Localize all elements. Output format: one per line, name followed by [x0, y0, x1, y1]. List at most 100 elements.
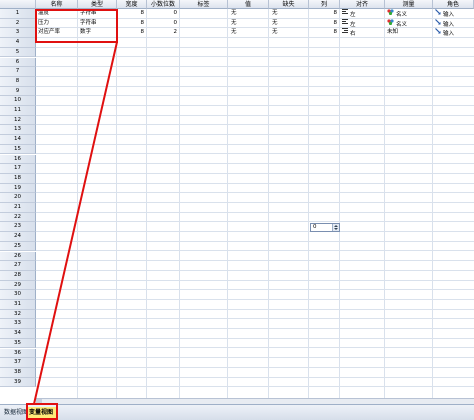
cell-missing[interactable]: 无 [269, 28, 309, 39]
cell-role[interactable]: 输入 [433, 18, 474, 29]
grid-row-line [36, 184, 474, 194]
column-header[interactable]: 测量 [385, 0, 433, 9]
cell-text: 无 [231, 10, 237, 16]
column-header[interactable]: 小数位数 [147, 0, 180, 9]
cell-width[interactable]: 8 [117, 19, 147, 29]
row-header[interactable]: 37 [0, 358, 36, 368]
cell-text: 无 [272, 19, 278, 26]
cell-role[interactable]: 输入 [433, 9, 474, 19]
row-header[interactable]: 39 [0, 377, 36, 388]
row-header[interactable]: 24 [0, 232, 36, 242]
cell-text: 0 [173, 10, 178, 16]
row-header[interactable]: 16 [0, 154, 36, 165]
cell-label[interactable] [180, 28, 228, 39]
cell-missing[interactable]: 无 [269, 19, 309, 29]
cell-label[interactable] [180, 19, 228, 29]
row-header[interactable]: 18 [0, 173, 36, 184]
cell-label[interactable] [180, 9, 228, 19]
row-header[interactable]: 36 [0, 348, 36, 359]
cell-columns[interactable]: 8 [309, 19, 340, 29]
cell-values[interactable]: 无 [228, 9, 269, 19]
cell-decimals[interactable]: 2 [147, 28, 180, 39]
cell-decimals[interactable]: 0 [147, 19, 180, 29]
grid-row-line [36, 145, 474, 155]
row-header[interactable]: 14 [0, 135, 36, 145]
row-header[interactable]: 5 [0, 47, 36, 58]
column-header[interactable]: 名称 [36, 0, 78, 9]
columns-spinner[interactable]: 0 [310, 223, 340, 232]
cell-values[interactable]: 无 [228, 28, 269, 39]
row-header[interactable]: 31 [0, 300, 36, 310]
row-header[interactable]: 7 [0, 67, 36, 77]
row-header[interactable]: 38 [0, 367, 36, 378]
row-header[interactable]: 12 [0, 115, 36, 126]
grid-row-line [36, 164, 474, 174]
spinner-arrows-icon[interactable] [332, 224, 339, 231]
cell-missing[interactable]: 无 [269, 9, 309, 19]
row-header[interactable]: 26 [0, 251, 36, 262]
column-header[interactable]: 对齐 [340, 0, 385, 9]
row-header[interactable]: 34 [0, 329, 36, 339]
cell-align[interactable]: 左 [340, 9, 385, 19]
column-header[interactable]: 列 [309, 0, 340, 9]
cell-columns[interactable]: 8 [309, 28, 340, 39]
grid-row-line [36, 48, 474, 58]
grid-row-line [36, 319, 474, 330]
row-header[interactable]: 8 [0, 76, 36, 87]
row-header[interactable]: 30 [0, 290, 36, 300]
row-header[interactable]: 32 [0, 309, 36, 320]
column-header[interactable]: 标签 [180, 0, 228, 9]
row-header[interactable]: 27 [0, 261, 36, 271]
row-header[interactable]: 22 [0, 212, 36, 223]
column-header[interactable]: 缺失 [269, 0, 309, 9]
cell-text: 输入 [443, 21, 455, 28]
row-header[interactable]: 23 [0, 222, 36, 233]
cell-width[interactable]: 8 [117, 9, 147, 19]
cell-text: 无 [231, 19, 237, 26]
row-header[interactable]: 15 [0, 144, 36, 155]
row-header[interactable]: 11 [0, 106, 36, 116]
grid-row-line [36, 155, 474, 165]
row-header[interactable]: 10 [0, 96, 36, 106]
cell-values[interactable]: 无 [228, 19, 269, 29]
column-header[interactable]: 角色 [433, 0, 474, 9]
cell-role[interactable]: 输入 [433, 28, 474, 39]
row-header[interactable]: 1 [0, 9, 36, 19]
name-type-highlight-box [35, 9, 118, 43]
cell-measure[interactable]: 名义 [385, 19, 433, 29]
grid-row-line [36, 58, 474, 68]
row-header[interactable]: 29 [0, 280, 36, 291]
row-header[interactable]: 2 [0, 18, 36, 29]
cell-text: 名义 [396, 11, 408, 18]
cell-decimals[interactable]: 0 [147, 9, 180, 19]
cell-width[interactable]: 8 [117, 28, 147, 39]
cell-columns[interactable]: 8 [309, 9, 340, 19]
grid-corner [0, 0, 36, 9]
row-header[interactable]: 13 [0, 125, 36, 136]
row-header[interactable]: 3 [0, 28, 36, 39]
cell-measure[interactable]: 名义 [385, 9, 433, 19]
cell-align[interactable]: 左 [340, 18, 385, 29]
row-header[interactable]: 33 [0, 319, 36, 330]
row-header[interactable]: 19 [0, 183, 36, 194]
column-header[interactable]: 值 [228, 0, 269, 9]
grid-row-line [36, 77, 474, 87]
cell-align[interactable]: 右 [340, 28, 385, 39]
row-header[interactable]: 35 [0, 338, 36, 349]
row-header[interactable]: 25 [0, 241, 36, 252]
row-header[interactable]: 9 [0, 86, 36, 97]
align-left-icon [342, 18, 348, 28]
cell-text: 8 [140, 29, 145, 36]
row-header[interactable]: 20 [0, 193, 36, 203]
row-header[interactable]: 4 [0, 38, 36, 48]
cell-text: 8 [140, 10, 145, 16]
align-right-icon [342, 28, 348, 37]
grid-row-line [36, 213, 474, 223]
row-header[interactable]: 21 [0, 203, 36, 213]
row-header[interactable]: 28 [0, 270, 36, 281]
row-header[interactable]: 6 [0, 57, 36, 68]
column-header[interactable]: 宽度 [117, 0, 147, 9]
cell-measure[interactable]: 未知 [385, 28, 433, 39]
row-header[interactable]: 17 [0, 164, 36, 174]
column-header[interactable]: 类型 [78, 0, 117, 9]
